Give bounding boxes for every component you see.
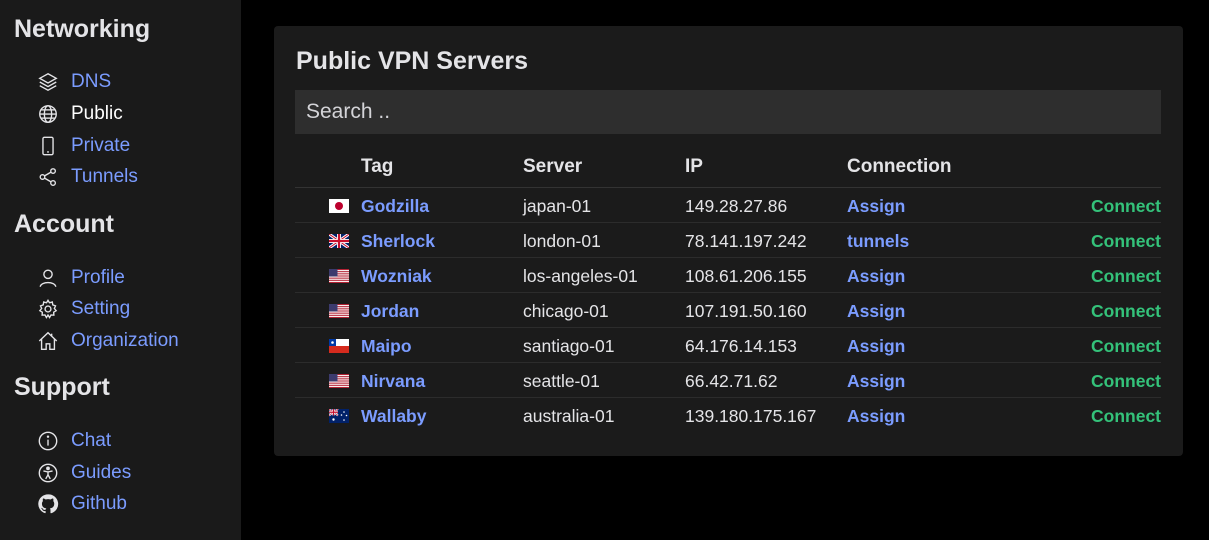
server-name: london-01 [523, 231, 601, 251]
sidebar-item-setting[interactable]: Setting [36, 296, 130, 322]
connect-button[interactable]: Connect [1091, 371, 1161, 392]
servers-card: Public VPN Servers Tag Server IP Connect… [274, 26, 1183, 456]
connect-button[interactable]: Connect [1091, 406, 1161, 427]
sidebar-item-label: Profile [71, 267, 125, 288]
section-title-account: Account [14, 210, 114, 238]
server-tag-link[interactable]: Maipo [361, 336, 412, 357]
sidebar-item-organization[interactable]: Organization [36, 328, 179, 354]
server-tag-link[interactable]: Wallaby [361, 406, 426, 427]
column-header-ip: IP [685, 156, 703, 177]
connect-button[interactable]: Connect [1091, 196, 1161, 217]
globe-icon [36, 102, 60, 126]
column-header-connection: Connection [847, 156, 952, 177]
server-name: santiago-01 [523, 336, 615, 356]
connect-button[interactable]: Connect [1091, 231, 1161, 252]
info-icon [36, 429, 60, 453]
server-ip: 64.176.14.153 [685, 336, 797, 356]
connect-button[interactable]: Connect [1091, 266, 1161, 287]
column-header-server: Server [523, 156, 583, 177]
sidebar-item-github[interactable]: Github [36, 491, 127, 517]
japan-flag-icon [329, 199, 349, 213]
column-header-tag: Tag [361, 156, 394, 177]
server-tag-link[interactable]: Nirvana [361, 371, 425, 392]
server-name: japan-01 [523, 196, 592, 216]
server-tag-link[interactable]: Sherlock [361, 231, 435, 252]
table-header: Tag Server IP Connection [295, 154, 1161, 188]
sidebar-item-label: Public [71, 103, 123, 124]
sidebar-item-label: Guides [71, 462, 132, 483]
page-title: Public VPN Servers [296, 47, 529, 75]
us-flag-icon [329, 269, 349, 283]
server-name: los-angeles-01 [523, 266, 638, 286]
sidebar-item-tunnels[interactable]: Tunnels [36, 164, 138, 190]
assign-link[interactable]: Assign [847, 371, 905, 392]
sidebar-item-private[interactable]: Private [36, 133, 130, 159]
table-row: Wozniak los-angeles-01 108.61.206.155 As… [295, 258, 1161, 293]
sidebar-item-guides[interactable]: Guides [36, 460, 131, 486]
sidebar-item-label: Chat [71, 430, 112, 451]
github-icon [36, 492, 60, 516]
sidebar-item-label: Setting [71, 298, 131, 319]
table-row: Maipo santiago-01 64.176.14.153 Assign C… [295, 328, 1161, 363]
assign-link[interactable]: Assign [847, 406, 905, 427]
house-icon [36, 329, 60, 353]
tunnels-link[interactable]: tunnels [847, 231, 909, 252]
australia-flag-icon [329, 409, 349, 423]
table-row: Sherlock london-01 78.141.197.242 tunnel… [295, 223, 1161, 258]
section-title-networking: Networking [14, 15, 151, 43]
servers-table: Tag Server IP Connection Godzilla japan-… [295, 154, 1161, 433]
server-ip: 107.191.50.160 [685, 301, 807, 321]
table-row: Wallaby australia-01 139.180.175.167 Ass… [295, 398, 1161, 433]
server-name: seattle-01 [523, 371, 600, 391]
assign-link[interactable]: Assign [847, 266, 905, 287]
us-flag-icon [329, 304, 349, 318]
sidebar-item-label: Organization [71, 330, 179, 351]
connect-button[interactable]: Connect [1091, 301, 1161, 322]
sidebar-item-dns[interactable]: DNS [36, 69, 111, 95]
us-flag-icon [329, 374, 349, 388]
chile-flag-icon [329, 339, 349, 353]
table-row: Godzilla japan-01 149.28.27.86 Assign Co… [295, 188, 1161, 223]
sidebar: Networking DNS Public Private Tunnels Ac… [0, 0, 241, 540]
server-ip: 108.61.206.155 [685, 266, 807, 286]
phone-icon [36, 134, 60, 158]
server-ip: 78.141.197.242 [685, 231, 807, 251]
assign-link[interactable]: Assign [847, 196, 905, 217]
layers-icon [36, 70, 60, 94]
sidebar-item-public[interactable]: Public [36, 101, 123, 127]
connect-button[interactable]: Connect [1091, 336, 1161, 357]
sidebar-item-label: Private [71, 135, 131, 156]
gear-icon [36, 297, 60, 321]
sidebar-item-chat[interactable]: Chat [36, 428, 111, 454]
sidebar-item-label: DNS [71, 71, 112, 92]
server-tag-link[interactable]: Jordan [361, 301, 419, 322]
server-tag-link[interactable]: Wozniak [361, 266, 432, 287]
sidebar-item-profile[interactable]: Profile [36, 265, 125, 291]
uk-flag-icon [329, 234, 349, 248]
server-name: chicago-01 [523, 301, 609, 321]
table-row: Nirvana seattle-01 66.42.71.62 Assign Co… [295, 363, 1161, 398]
server-ip: 149.28.27.86 [685, 196, 788, 216]
sidebar-item-label: Tunnels [71, 166, 138, 187]
share-icon [36, 165, 60, 189]
section-title-support: Support [14, 373, 110, 401]
assign-link[interactable]: Assign [847, 336, 905, 357]
server-ip: 66.42.71.62 [685, 371, 778, 391]
assign-link[interactable]: Assign [847, 301, 905, 322]
person-icon [36, 266, 60, 290]
accessibility-icon [36, 461, 60, 485]
search-input[interactable] [295, 90, 1161, 134]
server-tag-link[interactable]: Godzilla [361, 196, 429, 217]
sidebar-item-label: Github [71, 493, 127, 514]
server-name: australia-01 [523, 406, 615, 426]
table-row: Jordan chicago-01 107.191.50.160 Assign … [295, 293, 1161, 328]
server-ip: 139.180.175.167 [685, 406, 817, 426]
